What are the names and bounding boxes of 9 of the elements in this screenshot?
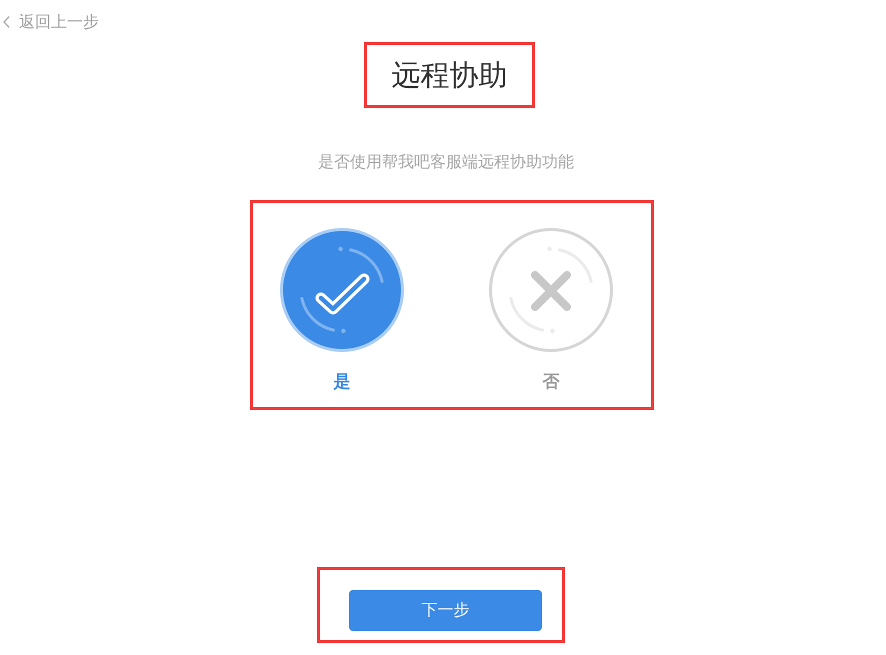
chevron-left-icon (3, 16, 10, 28)
check-circle-icon (280, 228, 404, 352)
prompt-text: 是否使用帮我吧客服端远程协助功能 (318, 151, 574, 173)
cross-circle-icon (489, 228, 613, 352)
next-button[interactable]: 下一步 (349, 590, 542, 631)
page-title: 远程协助 (392, 57, 508, 93)
choice-option[interactable]: 否 (489, 228, 613, 392)
choice-option[interactable]: 是 (280, 228, 404, 392)
back-link[interactable]: 返回上一步 (3, 12, 99, 32)
